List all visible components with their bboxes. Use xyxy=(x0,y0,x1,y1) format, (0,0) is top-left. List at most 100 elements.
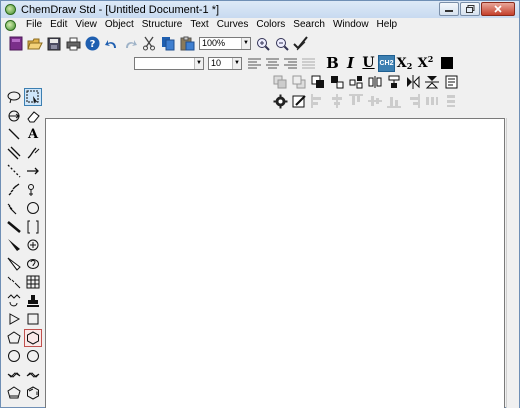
benzene-tool[interactable] xyxy=(24,384,42,402)
template-tool[interactable] xyxy=(24,292,42,310)
menu-view[interactable]: View xyxy=(71,18,101,32)
chair-cyclohexane-1-tool[interactable] xyxy=(5,366,23,384)
settings-button[interactable] xyxy=(271,92,289,110)
minimize-button[interactable] xyxy=(439,2,459,16)
marquee-tool[interactable] xyxy=(24,88,42,106)
wavy-bond-tool[interactable] xyxy=(5,273,23,291)
superscript-button[interactable]: X2 xyxy=(417,54,434,72)
align-bottom-objects-button[interactable] xyxy=(385,92,403,110)
align-right-button[interactable] xyxy=(282,55,299,72)
document-menu-icon[interactable] xyxy=(5,19,16,31)
hashed-bond-tool[interactable] xyxy=(5,181,23,199)
cyclopropane-tool[interactable] xyxy=(5,310,23,328)
distribute-vertical-button[interactable] xyxy=(442,92,460,110)
zoom-select[interactable]: 100% ▼ xyxy=(199,37,251,50)
align-top-objects-button[interactable] xyxy=(347,92,365,110)
align-objects-button[interactable] xyxy=(385,73,403,91)
table-tool[interactable] xyxy=(24,273,42,291)
double-bond-tool[interactable] xyxy=(5,144,23,162)
dashed-bond-tool[interactable] xyxy=(5,162,23,180)
lasso-tool[interactable] xyxy=(5,88,23,106)
align-left-button[interactable] xyxy=(246,55,263,72)
align-left-objects-button[interactable] xyxy=(309,92,327,110)
color-button[interactable] xyxy=(438,55,455,72)
hollow-wedge-bond-tool[interactable] xyxy=(5,255,23,273)
menu-text[interactable]: Text xyxy=(186,18,212,32)
align-middle-objects-button[interactable] xyxy=(366,92,384,110)
redo-button[interactable] xyxy=(121,35,139,53)
undo-button[interactable] xyxy=(102,35,120,53)
cyclobutane-tool[interactable] xyxy=(24,310,42,328)
restore-button[interactable] xyxy=(460,2,480,16)
bring-to-front-button[interactable] xyxy=(271,73,289,91)
eraser-tool[interactable] xyxy=(24,107,42,125)
align-center-button[interactable] xyxy=(264,55,281,72)
zoom-in-button[interactable] xyxy=(254,35,272,53)
pen-tool[interactable] xyxy=(24,144,42,162)
wedge-bond-tool[interactable] xyxy=(5,236,23,254)
help-button[interactable]: ? xyxy=(83,35,101,53)
distribute-button[interactable] xyxy=(366,73,384,91)
italic-button[interactable]: I xyxy=(342,54,359,72)
join-button[interactable] xyxy=(347,73,365,91)
chemical-symbol-tool[interactable] xyxy=(24,236,42,254)
stamp-icon xyxy=(27,294,39,307)
solid-bond-tool[interactable] xyxy=(5,125,23,143)
paste-button[interactable] xyxy=(178,35,196,53)
formula-style-button[interactable]: CH2 xyxy=(378,54,395,72)
font-select[interactable]: ▼ xyxy=(134,56,204,70)
bold-bond-tool[interactable] xyxy=(5,218,23,236)
menu-window[interactable]: Window xyxy=(329,18,373,32)
atom-map-tool[interactable] xyxy=(24,181,42,199)
cyclooctane-tool[interactable] xyxy=(24,347,42,365)
menu-file[interactable]: File xyxy=(22,18,46,32)
flip-horizontal-button[interactable] xyxy=(404,73,422,91)
hashed-wedge-bond-tool[interactable] xyxy=(5,199,23,217)
ungroup-button[interactable] xyxy=(328,73,346,91)
check-structure-button[interactable] xyxy=(292,35,310,53)
bold-button[interactable]: B xyxy=(324,54,341,72)
align-right-objects-button[interactable] xyxy=(404,92,422,110)
orbital-tool[interactable] xyxy=(24,199,42,217)
cyclopentane-tool[interactable] xyxy=(5,329,23,347)
chemdraw-app-icon[interactable] xyxy=(5,4,16,15)
text-tool[interactable]: A xyxy=(24,125,42,143)
copy-button[interactable] xyxy=(159,35,177,53)
distribute-horizontal-button[interactable] xyxy=(423,92,441,110)
open-button[interactable] xyxy=(26,35,44,53)
cut-button[interactable] xyxy=(140,35,158,53)
cyclohexane-tool[interactable] xyxy=(24,328,42,347)
edit-properties-button[interactable] xyxy=(290,92,308,110)
menu-object[interactable]: Object xyxy=(101,18,138,32)
chair-cyclohexane-2-tool[interactable] xyxy=(24,366,42,384)
justify-button[interactable] xyxy=(300,55,317,72)
query-tool[interactable] xyxy=(24,255,42,273)
flip-vertical-button[interactable] xyxy=(423,73,441,91)
group-button[interactable] xyxy=(309,73,327,91)
menu-help[interactable]: Help xyxy=(373,18,402,32)
bracket-tool[interactable] xyxy=(24,218,42,236)
save-button[interactable] xyxy=(45,35,63,53)
menu-colors[interactable]: Colors xyxy=(252,18,289,32)
vertical-scrollbar[interactable] xyxy=(506,118,519,408)
close-button[interactable] xyxy=(481,2,515,16)
drawing-canvas[interactable] xyxy=(45,118,505,408)
menu-curves[interactable]: Curves xyxy=(213,18,253,32)
cyclopentadiene-tool[interactable] xyxy=(5,384,23,402)
structure-perspective-tool[interactable] xyxy=(5,107,23,125)
print-button[interactable] xyxy=(64,35,82,53)
menu-structure[interactable]: Structure xyxy=(138,18,187,32)
cycloheptane-tool[interactable] xyxy=(5,347,23,365)
new-document-button[interactable] xyxy=(7,35,25,53)
menu-search[interactable]: Search xyxy=(289,18,329,32)
chain-tool[interactable] xyxy=(5,292,23,310)
menu-edit[interactable]: Edit xyxy=(46,18,71,32)
arrow-tool[interactable] xyxy=(24,162,42,180)
underline-button[interactable]: U xyxy=(360,55,377,72)
subscript-button[interactable]: X2 xyxy=(396,55,413,72)
show-info-button[interactable] xyxy=(442,73,460,91)
send-to-back-button[interactable] xyxy=(290,73,308,91)
zoom-out-button[interactable] xyxy=(273,35,291,53)
align-center-objects-button[interactable] xyxy=(328,92,346,110)
font-size-select[interactable]: 10 ▼ xyxy=(208,56,242,70)
